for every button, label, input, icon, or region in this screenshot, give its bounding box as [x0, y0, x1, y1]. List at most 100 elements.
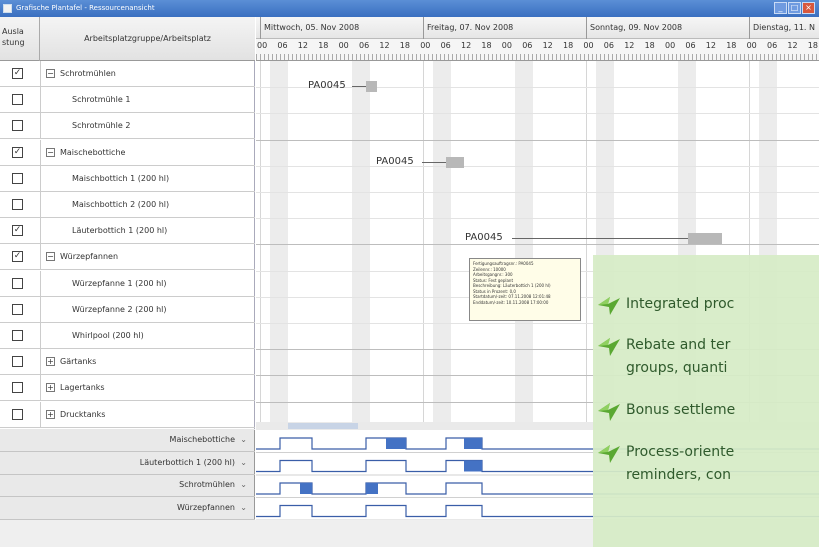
resource-label: Schrotmühlen — [60, 69, 116, 78]
resource-label: Würzepfannen — [60, 252, 119, 262]
production-order-label[interactable]: PA0045 — [465, 232, 503, 243]
expand-icon[interactable]: + — [46, 409, 55, 419]
resource-row[interactable]: Maischbottich 2 (200 hl) — [0, 192, 255, 218]
check-icon — [598, 445, 620, 463]
column-separator — [40, 139, 41, 166]
resource-row[interactable]: ✓ Läuterbottich 1 (200 hl) — [0, 218, 255, 245]
collapse-icon[interactable]: − — [46, 147, 55, 157]
utilization-checkbox[interactable]: ✓ — [12, 146, 23, 158]
column-separator — [40, 375, 41, 402]
resource-row[interactable]: Würzepfanne 2 (200 hl) — [0, 296, 255, 323]
column-separator — [40, 270, 41, 297]
expand-icon[interactable]: + — [46, 357, 55, 367]
production-order-label[interactable]: PA0045 — [376, 156, 414, 167]
dropdown-arrow-icon[interactable]: ⌄ — [240, 458, 247, 467]
hour-label: 00 — [257, 41, 268, 50]
resource-label: Würzepfanne 2 (200 hl) — [72, 304, 167, 314]
load-resource-row[interactable]: Schrotmühlen ⌄ — [0, 475, 255, 497]
app-icon — [3, 4, 12, 13]
hour-label: 12 — [787, 41, 798, 50]
column-header-utilization[interactable]: Ausla stung — [0, 17, 40, 61]
hour-label: 12 — [297, 41, 308, 50]
resource-label: Schrotmühle 2 — [72, 121, 131, 131]
resource-label: Drucktanks — [60, 409, 106, 419]
resource-row[interactable]: Maischbottich 1 (200 hl) — [0, 165, 255, 192]
operation-bar[interactable] — [366, 81, 377, 92]
feature-text: Rebate and ter — [626, 337, 731, 353]
column-separator — [40, 349, 41, 376]
resource-tree-panel: Ausla stung Arbeitsplatzgruppe/Arbeitspl… — [0, 17, 255, 437]
column-separator — [40, 61, 41, 87]
resource-row[interactable]: Würzepfanne 1 (200 hl) — [0, 270, 255, 297]
load-resource-label: Maischebottiche — [169, 435, 235, 444]
operation-bar[interactable] — [688, 233, 722, 244]
load-resource-row[interactable]: Maischebottiche ⌄ — [0, 430, 255, 452]
window-titlebar: Grafische Plantafel - Ressourcenansicht … — [0, 0, 819, 17]
check-icon — [598, 338, 620, 356]
column-header-workcenter[interactable]: Arbeitsplatzgruppe/Arbeitsplatz — [40, 17, 255, 61]
hour-label: 18 — [318, 41, 329, 50]
load-resource-row[interactable]: Würzepfannen ⌄ — [0, 498, 255, 520]
minimize-button[interactable]: _ — [774, 2, 787, 14]
resource-row[interactable]: + Lagertanks — [0, 375, 255, 402]
utilization-checkbox[interactable]: ✓ — [12, 68, 23, 79]
dropdown-arrow-icon[interactable]: ⌄ — [240, 503, 247, 512]
scrollbar-thumb[interactable] — [288, 423, 358, 429]
row-gridline — [256, 244, 819, 246]
resource-label: Schrotmühle 1 — [72, 95, 131, 105]
hour-label: 18 — [644, 41, 655, 50]
maximize-button[interactable]: □ — [788, 2, 801, 14]
operation-bar[interactable] — [446, 157, 464, 168]
hour-label: 12 — [705, 41, 716, 50]
utilization-checkbox[interactable] — [12, 94, 23, 106]
hour-label: 18 — [399, 41, 410, 50]
column-separator — [40, 296, 41, 323]
load-fill — [300, 483, 312, 494]
resource-row[interactable]: ✓ − Maischebottiche — [0, 139, 255, 166]
utilization-checkbox[interactable] — [12, 277, 23, 289]
window-title: Grafische Plantafel - Ressourcenansicht — [16, 4, 155, 12]
utilization-checkbox[interactable] — [12, 172, 23, 184]
utilization-checkbox[interactable]: ✓ — [12, 225, 23, 237]
resource-row[interactable]: + Drucktanks — [0, 401, 255, 428]
feature-text: Integrated proc — [626, 296, 735, 312]
utilization-checkbox[interactable] — [12, 330, 23, 341]
utilization-checkbox[interactable] — [12, 303, 23, 315]
utilization-checkbox[interactable] — [12, 199, 23, 210]
check-icon — [598, 403, 620, 421]
row-gridline — [256, 218, 819, 220]
collapse-icon[interactable]: − — [46, 69, 55, 78]
resource-row[interactable]: + Gärtanks — [0, 349, 255, 376]
resource-row[interactable]: ✓ − Schrotmühlen — [0, 61, 255, 87]
utilization-checkbox[interactable] — [12, 356, 23, 368]
hour-label: 06 — [685, 41, 696, 50]
dropdown-arrow-icon[interactable]: ⌄ — [240, 480, 247, 489]
utilization-checkbox[interactable] — [12, 408, 23, 420]
resource-label: Würzepfanne 1 (200 hl) — [72, 278, 167, 288]
resource-row[interactable]: Schrotmühle 2 — [0, 113, 255, 140]
resource-label: Maischbottich 2 (200 hl) — [72, 200, 170, 209]
utilization-checkbox[interactable] — [12, 382, 23, 394]
hour-label: 06 — [277, 41, 288, 50]
day-header: Mittwoch, 05. Nov 2008 Freitag, 07. Nov 2… — [256, 17, 819, 39]
hour-label: 00 — [501, 41, 512, 50]
row-gridline — [256, 113, 819, 115]
collapse-icon[interactable]: − — [46, 252, 55, 262]
hour-label: 12 — [624, 41, 635, 50]
resource-row[interactable]: ✓ − Würzepfannen — [0, 244, 255, 271]
feature-text: reminders, con — [626, 467, 732, 483]
resource-row[interactable]: Schrotmühle 1 — [0, 87, 255, 114]
load-resource-row[interactable]: Läuterbottich 1 (200 hl) ⌄ — [0, 453, 255, 475]
column-separator — [40, 218, 41, 245]
hour-label: 00 — [665, 41, 676, 50]
order-tooltip: Fertigungsauftragsnr.: PA0045 Zeilennr.: … — [469, 258, 581, 321]
utilization-checkbox[interactable] — [12, 120, 23, 132]
resource-label: Lagertanks — [60, 383, 105, 393]
dropdown-arrow-icon[interactable]: ⌄ — [240, 435, 247, 444]
close-button[interactable]: × — [802, 2, 815, 14]
resource-row[interactable]: Whirlpool (200 hl) — [0, 323, 255, 349]
expand-icon[interactable]: + — [46, 383, 55, 393]
order-connector-line — [352, 86, 366, 87]
utilization-checkbox[interactable]: ✓ — [12, 251, 23, 263]
production-order-label[interactable]: PA0045 — [308, 80, 346, 91]
